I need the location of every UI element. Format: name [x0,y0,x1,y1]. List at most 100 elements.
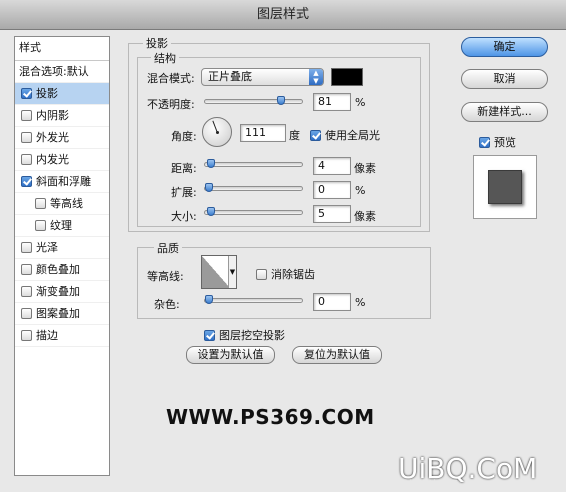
checkbox-icon[interactable] [21,330,32,341]
style-list-item-label: 描边 [36,328,58,342]
style-list-item-label: 等高线 [50,196,83,210]
distance-slider-handle[interactable] [206,159,215,168]
style-list-header[interactable]: 样式 [15,37,109,61]
style-list-item[interactable]: 描边 [15,325,109,347]
window-title: 图层样式 [0,0,566,30]
checkbox-icon[interactable] [21,308,32,319]
new-style-button[interactable]: 新建样式... [461,102,548,122]
distance-label: 距离: [171,162,197,175]
preview-label: 预览 [494,136,516,149]
size-input[interactable]: 5 [313,205,351,223]
size-label: 大小: [171,210,197,223]
preview-thumbnail [488,170,522,204]
checkbox-icon [204,329,215,341]
blend-options-item[interactable]: 混合选项:默认 [15,61,109,83]
checkbox-icon[interactable] [21,176,32,187]
distance-input[interactable]: 4 [313,157,351,175]
style-list-item[interactable]: 投影 [15,83,109,105]
anti-alias-checkbox[interactable]: 消除锯齿 [256,266,315,282]
cancel-button[interactable]: 取消 [461,69,548,89]
checkbox-icon[interactable] [35,220,46,231]
quality-title: 品质 [154,240,182,256]
checkbox-icon[interactable] [21,132,32,143]
distance-unit: 像素 [354,162,376,175]
style-list-item-label: 外发光 [36,130,69,144]
chevron-down-icon: ▼ [228,256,236,288]
size-slider-handle[interactable] [206,207,215,216]
global-light-label: 使用全局光 [325,129,380,142]
checkbox-icon[interactable] [21,242,32,253]
noise-slider-handle[interactable] [205,295,213,304]
size-slider[interactable] [204,207,303,216]
opacity-slider-handle[interactable] [277,96,286,105]
style-list-item-label: 光泽 [36,240,58,254]
global-light-checkbox[interactable]: 使用全局光 [310,127,380,143]
style-list-item-label: 颜色叠加 [36,262,80,276]
blend-mode-label: 混合模式: [147,72,195,85]
knockout-label: 图层挖空投影 [219,329,285,342]
checkbox-icon [256,268,267,280]
knockout-checkbox[interactable]: 图层挖空投影 [204,327,285,343]
make-default-button[interactable]: 设置为默认值 [186,346,275,364]
style-list-item-label: 斜面和浮雕 [36,174,91,188]
noise-label: 杂色: [154,298,180,311]
spread-label: 扩展: [171,186,197,199]
style-list-item-label: 内发光 [36,152,69,166]
style-list-item[interactable]: 内阴影 [15,105,109,127]
spread-slider[interactable] [204,183,303,192]
brand-subtitle: 思缘设计论坛 [398,480,458,491]
style-list-item[interactable]: 图案叠加 [15,303,109,325]
spread-unit: % [355,184,366,197]
style-list-item[interactable]: 斜面和浮雕 [15,171,109,193]
watermark-text: WWW.PS369.COM [166,405,375,429]
style-list-item-label: 投影 [36,86,58,100]
checkbox-icon [310,129,321,141]
blend-mode-select[interactable]: 正片叠底 ▲ ▼ [201,68,324,86]
style-list-item-label: 纹理 [50,218,72,232]
angle-label: 角度: [171,130,197,143]
noise-slider[interactable] [204,295,303,304]
reset-default-button[interactable]: 复位为默认值 [292,346,382,364]
style-list-item[interactable]: 外发光 [15,127,109,149]
checkbox-icon[interactable] [35,198,46,209]
contour-preview [202,256,230,288]
spread-slider-handle[interactable] [205,183,213,192]
angle-dial-center [216,131,219,134]
noise-unit: % [355,296,366,309]
opacity-slider[interactable] [204,96,303,105]
ok-button[interactable]: 确定 [461,37,548,57]
style-list: 样式 混合选项:默认 投影内阴影外发光内发光斜面和浮雕等高线纹理光泽颜色叠加渐变… [14,36,110,476]
style-list-item[interactable]: 等高线 [15,193,109,215]
checkbox-icon[interactable] [21,88,32,99]
preview-checkbox[interactable]: 预览 [479,134,516,150]
style-list-item-label: 内阴影 [36,108,69,122]
angle-dial[interactable] [202,117,232,147]
drop-shadow-title: 投影 [143,35,171,51]
style-list-item[interactable]: 光泽 [15,237,109,259]
angle-unit: 度 [289,129,300,142]
contour-label: 等高线: [147,270,184,283]
style-list-item[interactable]: 渐变叠加 [15,281,109,303]
layer-style-dialog: 图层样式 样式 混合选项:默认 投影内阴影外发光内发光斜面和浮雕等高线纹理光泽颜… [0,0,566,492]
checkbox-icon [479,136,490,148]
chevron-updown-icon: ▲ ▼ [309,69,323,85]
angle-input[interactable]: 111 [240,124,286,142]
style-list-item-label: 图案叠加 [36,306,80,320]
style-list-item-label: 渐变叠加 [36,284,80,298]
contour-picker[interactable]: ▼ [201,255,237,289]
structure-title: 结构 [151,50,179,66]
checkbox-icon[interactable] [21,264,32,275]
style-list-item[interactable]: 纹理 [15,215,109,237]
checkbox-icon[interactable] [21,154,32,165]
checkbox-icon[interactable] [21,286,32,297]
style-list-item[interactable]: 颜色叠加 [15,259,109,281]
style-list-item[interactable]: 内发光 [15,149,109,171]
distance-slider[interactable] [204,159,303,168]
opacity-input[interactable]: 81 [313,93,351,111]
spread-input[interactable]: 0 [313,181,351,199]
opacity-unit: % [355,96,366,109]
size-unit: 像素 [354,210,376,223]
noise-input[interactable]: 0 [313,293,351,311]
checkbox-icon[interactable] [21,110,32,121]
shadow-color-swatch[interactable] [331,68,363,86]
